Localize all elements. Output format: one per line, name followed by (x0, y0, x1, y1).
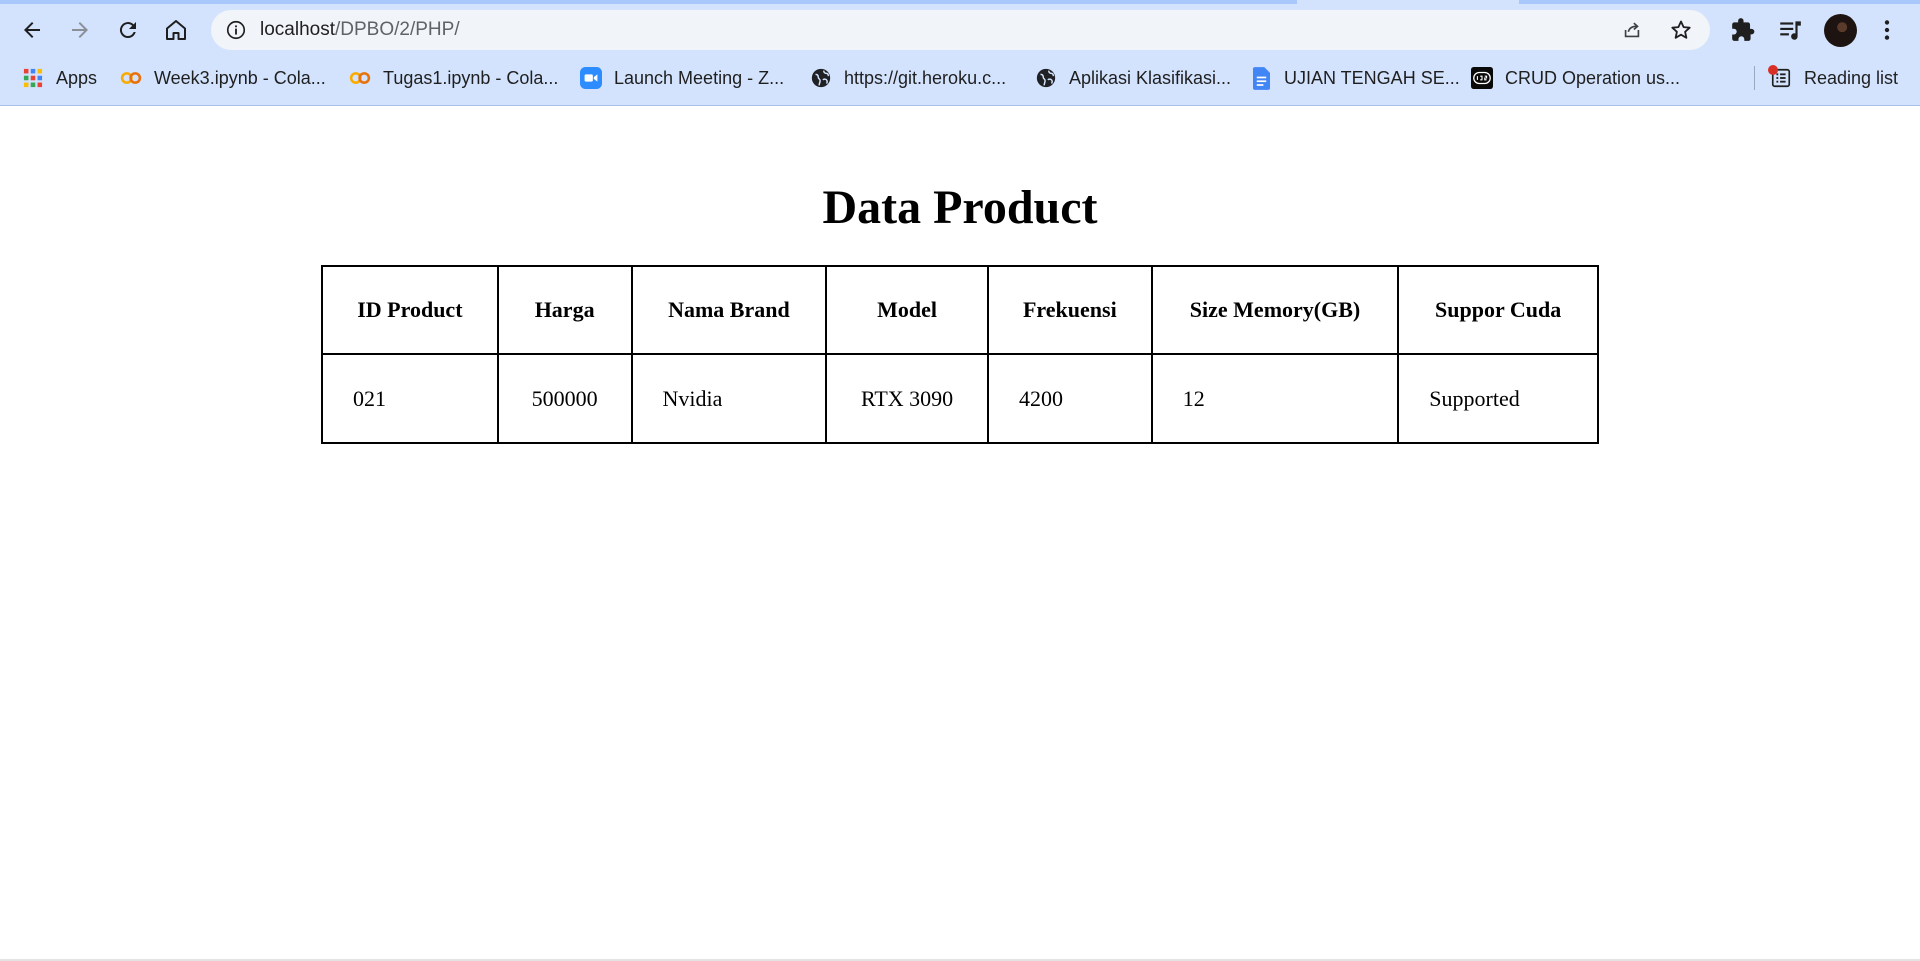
colab-icon (120, 67, 142, 89)
extensions-icon[interactable] (1730, 17, 1756, 43)
table-row: 021 500000 Nvidia RTX 3090 4200 12 Suppo… (321, 353, 1599, 444)
url-text[interactable]: localhost/DPBO/2/PHP/ (260, 19, 460, 41)
bookmark-label: Tugas1.ipynb - Cola... (383, 67, 559, 88)
bookmark-label: Aplikasi Klasifikasi... (1069, 67, 1232, 88)
browser-chrome: localhost/DPBO/2/PHP/ Apps Week3.ipynb -… (0, 0, 1920, 106)
forward-button[interactable] (62, 12, 98, 48)
address-bar[interactable]: localhost/DPBO/2/PHP/ (211, 10, 1710, 50)
cell-nama-brand: Nvidia (630, 353, 828, 444)
bookmark-tugas1-colab[interactable]: Tugas1.ipynb - Cola... (349, 64, 558, 92)
zoom-icon (580, 67, 602, 89)
header-suppor-cuda: Suppor Cuda (1397, 265, 1599, 355)
home-button[interactable] (158, 12, 194, 48)
bookmark-label: UJIAN TENGAH SE... (1284, 67, 1460, 88)
reading-list-button[interactable]: Reading list (1770, 64, 1898, 92)
page-content: Data Product ID Product Harga Nama Brand… (0, 106, 1920, 961)
active-tab[interactable] (0, 0, 1297, 4)
cell-frekuensi: 4200 (986, 353, 1153, 444)
bookmark-ujian-tengah[interactable]: UJIAN TENGAH SE... (1250, 64, 1460, 92)
profile-avatar[interactable] (1824, 14, 1857, 47)
inactive-tab[interactable] (1519, 0, 1920, 4)
cell-size-memory: 12 (1150, 353, 1400, 444)
bookmark-label: CRUD Operation us... (1505, 67, 1681, 88)
table-header-row: ID Product Harga Nama Brand Model Frekue… (321, 265, 1599, 355)
home-icon (166, 20, 186, 40)
bookmark-label: Week3.ipynb - Cola... (154, 67, 326, 88)
star-icon[interactable] (1669, 18, 1693, 42)
product-table: ID Product Harga Nama Brand Model Frekue… (321, 265, 1599, 444)
url-host: localhost (260, 19, 335, 40)
colab-icon (349, 67, 371, 89)
bookmark-week3-colab[interactable]: Week3.ipynb - Cola... (120, 64, 326, 92)
dev-icon (1471, 67, 1493, 89)
bookmark-git-heroku[interactable]: https://git.heroku.c... (810, 64, 1006, 92)
header-frekuensi: Frekuensi (986, 265, 1153, 355)
media-control-icon[interactable] (1777, 17, 1803, 43)
bookmark-label: Launch Meeting - Z... (614, 67, 785, 88)
bookmarks-divider (1754, 66, 1755, 90)
header-harga: Harga (496, 265, 633, 355)
reload-button[interactable] (110, 12, 146, 48)
bookmark-label: https://git.heroku.c... (844, 67, 1007, 88)
reload-icon (119, 22, 136, 39)
bookmark-apps[interactable]: Apps (22, 64, 97, 92)
cell-model: RTX 3090 (825, 353, 989, 444)
share-icon[interactable] (1621, 19, 1643, 41)
tab-strip (0, 0, 1920, 9)
arrow-left-icon (24, 22, 40, 38)
cell-suppor-cuda: Supported (1397, 353, 1599, 444)
cell-id-product: 021 (321, 353, 499, 444)
cell-harga: 500000 (496, 353, 633, 444)
page-title: Data Product (822, 181, 1098, 234)
bookmarks-bar: Apps Week3.ipynb - Cola... Tugas1.ipynb … (0, 58, 1920, 98)
notification-dot (1768, 65, 1778, 75)
url-path: /DPBO/2/PHP/ (335, 19, 460, 40)
header-model: Model (825, 265, 989, 355)
docs-icon (1250, 66, 1272, 90)
bookmark-label: Apps (56, 67, 98, 88)
apps-grid-icon (22, 67, 44, 89)
bookmark-launch-meeting[interactable]: Launch Meeting - Z... (580, 64, 784, 92)
info-icon[interactable] (225, 19, 247, 41)
menu-kebab-icon[interactable] (1874, 17, 1900, 43)
header-nama-brand: Nama Brand (630, 265, 828, 355)
header-size-memory: Size Memory(GB) (1150, 265, 1400, 355)
bookmark-crud-operation[interactable]: CRUD Operation us... (1471, 64, 1680, 92)
arrow-right-icon (72, 22, 88, 38)
globe-icon (1035, 67, 1057, 89)
reading-list-label: Reading list (1804, 67, 1899, 88)
header-id-product: ID Product (321, 265, 499, 355)
bookmark-aplikasi-klasifikasi[interactable]: Aplikasi Klasifikasi... (1035, 64, 1231, 92)
back-button[interactable] (14, 12, 50, 48)
globe-icon (810, 67, 832, 89)
